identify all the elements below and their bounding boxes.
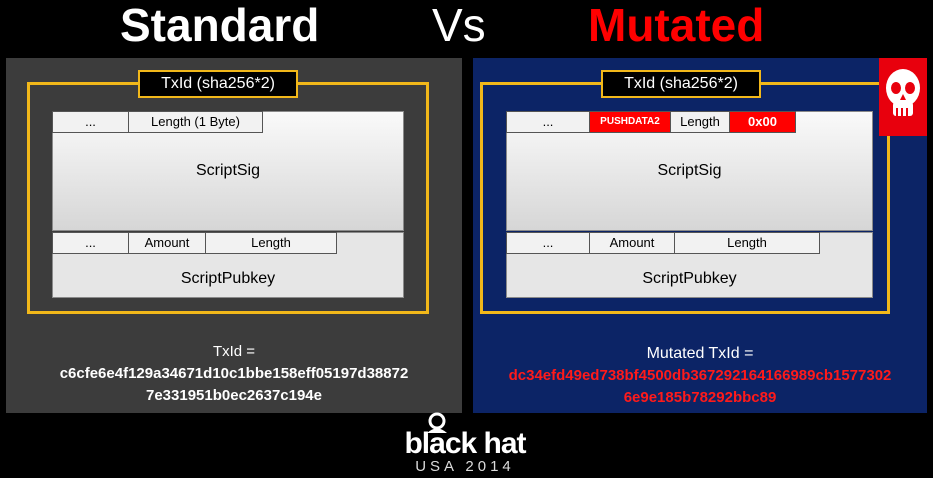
mutated-txid-tag: TxId (sha256*2) xyxy=(601,70,761,98)
vs-title: Vs xyxy=(432,0,486,51)
mutated-panel: TxId (sha256*2) ... PUSHDATA2 Length 0x0… xyxy=(473,58,927,413)
mutated-scriptsig-ellipsis-cell: ... xyxy=(506,111,590,133)
mutated-pubkey-amount-cell: Amount xyxy=(589,232,675,254)
mutated-pushdata2-cell: PUSHDATA2 xyxy=(589,111,671,133)
blackhat-logo-text: black hat xyxy=(404,427,526,460)
standard-panel: TxId (sha256*2) ... Length (1 Byte) Scri… xyxy=(6,58,462,413)
mutated-pubkey-ellipsis-cell: ... xyxy=(506,232,590,254)
mutated-scriptsig-length-cell: Length xyxy=(670,111,730,133)
standard-scriptsig-label: ScriptSig xyxy=(195,162,261,179)
standard-scriptpubkey-label: ScriptPubkey xyxy=(180,270,276,287)
mutated-txid-line-1: dc34efd49ed738bf4500db367292164166989cb1… xyxy=(508,367,892,384)
mutated-scriptsig-label: ScriptSig xyxy=(657,162,722,179)
standard-txid-tag: TxId (sha256*2) xyxy=(138,70,298,98)
mutated-zero-byte-cell: 0x00 xyxy=(729,111,796,133)
standard-txid-line-1: c6cfe6e4f129a34671d10c1bbe158eff05197d38… xyxy=(59,365,409,382)
mutated-txid-label: Mutated TxId = xyxy=(646,345,754,362)
mutated-scriptpubkey-label: ScriptPubkey xyxy=(642,270,737,287)
blackhat-event-label: USA 2014 xyxy=(415,458,515,475)
mutated-txid-line-2: 6e9e185b78292bbc89 xyxy=(623,389,777,406)
mutated-pubkey-length-cell: Length xyxy=(674,232,820,254)
mutated-title: Mutated xyxy=(588,0,765,51)
standard-txid-label: TxId = xyxy=(212,343,256,360)
standard-pubkey-length-cell: Length xyxy=(205,232,337,254)
standard-scriptsig-ellipsis-cell: ... xyxy=(52,111,129,133)
standard-pubkey-ellipsis-cell: ... xyxy=(52,232,129,254)
standard-title: Standard xyxy=(120,0,320,51)
skull-icon xyxy=(879,58,927,136)
standard-pubkey-amount-cell: Amount xyxy=(128,232,206,254)
standard-scriptsig-length-cell: Length (1 Byte) xyxy=(128,111,263,133)
standard-txid-line-2: 7e331951b0ec2637c194e xyxy=(145,387,322,404)
